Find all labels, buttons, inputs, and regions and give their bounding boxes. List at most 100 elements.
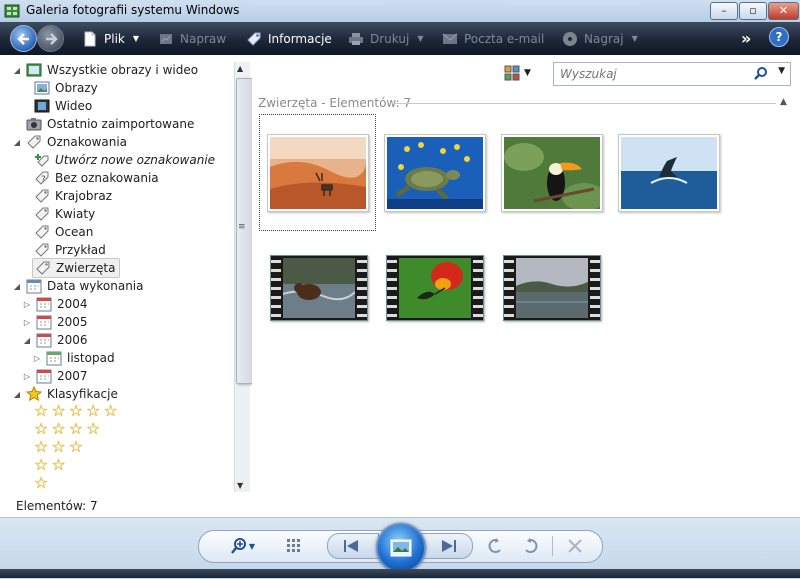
close-button[interactable]: ✕	[768, 2, 799, 20]
tree-label: Ocean	[55, 225, 94, 239]
scroll-down-icon[interactable]: ▼	[237, 481, 243, 490]
search-options-chevron-icon[interactable]: ▼	[778, 66, 785, 76]
star-icon: ☆	[34, 437, 49, 456]
status-bar: Elementów: 7	[0, 495, 252, 517]
group-collapse-icon[interactable]: ▲	[780, 97, 787, 107]
delete-button[interactable]	[566, 538, 584, 554]
email-button[interactable]: Poczta e-mail	[442, 22, 544, 55]
tree-item-tag-kwiaty[interactable]: Kwiaty	[34, 205, 95, 223]
forward-button[interactable]	[37, 25, 64, 52]
tree-label: 2005	[57, 315, 88, 329]
tree-item-year-2004[interactable]: ▷ 2004	[22, 295, 88, 313]
tree-label: 2007	[57, 369, 88, 383]
search-box[interactable]: ▼	[553, 62, 791, 86]
photo-gallery-app-icon	[4, 4, 20, 18]
photo-thumbnail-whale-tail[interactable]	[618, 134, 720, 212]
navigation-pane: ◢ Wszystkie obrazy i wideo Obrazy Wideo …	[0, 55, 252, 495]
search-input[interactable]	[558, 65, 752, 83]
rating-4-stars[interactable]: ☆ ☆ ☆ ☆	[34, 421, 100, 437]
camera-icon	[26, 118, 42, 131]
tree-item-tag-zwierzeta[interactable]: Zwierzęta	[32, 258, 121, 278]
tree-item-tag-krajobraz[interactable]: Krajobraz	[34, 187, 112, 205]
tree-item-video[interactable]: Wideo	[34, 97, 92, 115]
collapse-icon[interactable]: ◢	[12, 282, 22, 291]
rating-2-stars[interactable]: ☆ ☆	[34, 457, 66, 473]
collapse-icon[interactable]: ◢	[22, 336, 32, 345]
minimize-button[interactable]: –	[710, 2, 738, 20]
star-icon: ☆	[51, 437, 66, 456]
previous-button[interactable]	[327, 533, 379, 559]
expand-icon[interactable]: ▷	[32, 354, 42, 363]
rating-3-stars[interactable]: ☆ ☆ ☆	[34, 439, 83, 455]
collapse-icon[interactable]: ◢	[12, 66, 22, 75]
tree-item-tags[interactable]: ◢ Oznakowania	[12, 133, 127, 151]
tag-icon	[247, 32, 261, 46]
tag-icon	[35, 225, 49, 239]
photo-thumbnail-toucan[interactable]	[501, 134, 603, 212]
nav-scrollbar[interactable]: ▲ ≡ ▼	[234, 62, 254, 492]
grip-icon: ≡	[238, 222, 246, 232]
grid-view-button[interactable]	[285, 538, 303, 554]
video-thumbnail-hummingbird-flower[interactable]	[386, 255, 484, 321]
tree-item-recently-imported[interactable]: Ostatnio zaimportowane	[26, 115, 194, 133]
chevron-down-icon: ▼	[417, 34, 424, 43]
expand-icon[interactable]: ▷	[22, 372, 32, 381]
tree-item-tag-ocean[interactable]: Ocean	[34, 223, 93, 241]
document-icon	[84, 31, 96, 46]
lake-landscape-image	[516, 258, 588, 318]
fix-button[interactable]: Napraw	[158, 22, 226, 55]
tree-item-create-tag[interactable]: Utwórz nowe oznakowanie	[34, 151, 215, 169]
rotate-left-button[interactable]	[487, 538, 505, 554]
slideshow-icon	[390, 539, 412, 557]
tree-item-date-taken[interactable]: ◢ Data wykonania	[12, 277, 144, 295]
tree-item-month-listopad[interactable]: ▷ listopad	[32, 349, 115, 367]
collapse-icon[interactable]: ◢	[12, 138, 22, 147]
video-icon	[34, 99, 50, 113]
film-perforation	[387, 256, 397, 320]
calendar-icon	[36, 333, 52, 348]
tree-label: Zwierzęta	[56, 261, 116, 275]
back-button[interactable]	[10, 25, 37, 52]
group-header: Zwierzęta - Elementów: 7	[258, 96, 412, 110]
tree-item-all-media[interactable]: ◢ Wszystkie obrazy i wideo	[12, 61, 198, 79]
more-commands-button[interactable]: »	[741, 22, 751, 55]
tree-item-images[interactable]: Obrazy	[34, 79, 98, 97]
search-icon[interactable]	[754, 66, 768, 80]
tree-item-year-2007[interactable]: ▷ 2007	[22, 367, 88, 385]
expand-icon[interactable]: ▷	[22, 318, 32, 327]
grid-icon	[287, 539, 300, 552]
file-menu[interactable]: Plik ▼	[82, 22, 139, 55]
next-button[interactable]	[421, 533, 473, 559]
info-label: Informacje	[268, 31, 332, 46]
print-button[interactable]: Drukuj ▼	[348, 22, 423, 55]
video-thumbnail-bear-river[interactable]	[270, 255, 368, 321]
tree-item-untagged[interactable]: ? Bez oznakowania	[34, 169, 159, 187]
info-button[interactable]: Informacje	[246, 22, 332, 55]
command-bar: Plik ▼ Napraw Informacje Drukuj ▼ Poczta e…	[0, 22, 800, 55]
rating-5-stars[interactable]: ☆ ☆ ☆ ☆ ☆	[34, 403, 118, 419]
item-count: Elementów: 7	[16, 499, 98, 513]
collapse-icon[interactable]: ◢	[12, 390, 22, 399]
tree-item-year-2005[interactable]: ▷ 2005	[22, 313, 88, 331]
scroll-up-icon[interactable]: ▲	[237, 64, 243, 73]
photo-thumbnail-sea-turtle[interactable]	[384, 134, 486, 212]
zoom-button[interactable]: ▼	[228, 538, 258, 554]
photo-thumbnail-desert-oryx[interactable]	[267, 134, 369, 212]
slideshow-button[interactable]	[376, 523, 426, 573]
help-button[interactable]: ?	[769, 27, 789, 47]
rating-1-star[interactable]: ☆	[34, 475, 48, 491]
burn-button[interactable]: Nagraj ▼	[562, 22, 638, 55]
disc-icon	[563, 31, 577, 46]
view-mode-button[interactable]: ▼	[504, 63, 540, 83]
tree-item-year-2006[interactable]: ◢ 2006	[22, 331, 88, 349]
tree-label: Kwiaty	[55, 207, 96, 221]
expand-icon[interactable]: ▷	[22, 300, 32, 309]
rotate-right-button[interactable]	[521, 538, 539, 554]
film-perforation	[271, 256, 281, 320]
maximize-button[interactable]: ▫	[739, 2, 767, 20]
tree-item-tag-przyklad[interactable]: Przykład	[34, 241, 106, 259]
calendar-icon	[46, 351, 62, 366]
video-thumbnail-lake-landscape[interactable]	[503, 255, 601, 321]
fix-label: Napraw	[180, 31, 227, 46]
star-icon: ☆	[34, 419, 49, 438]
